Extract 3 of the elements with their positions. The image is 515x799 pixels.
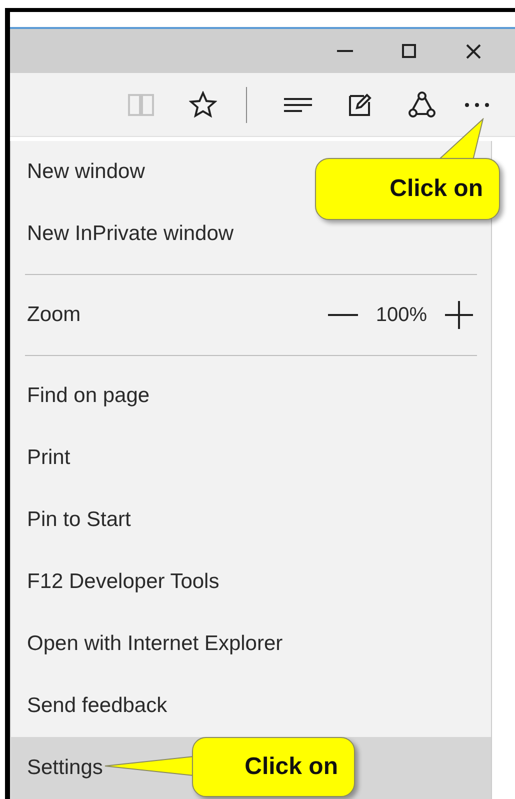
zoom-value: 100% [376, 304, 427, 326]
zoom-label: Zoom [27, 303, 81, 327]
callout-label: Click on [192, 737, 355, 797]
